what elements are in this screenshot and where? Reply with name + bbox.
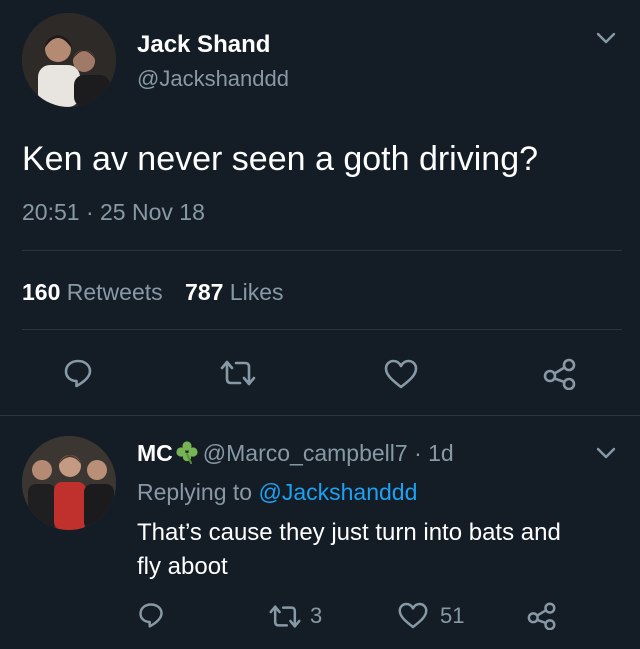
reply-reply-button[interactable] bbox=[137, 601, 165, 629]
reply-like-count: 51 bbox=[440, 602, 465, 628]
reply-text-line: That’s cause they just turn into bats an… bbox=[137, 519, 561, 546]
divider bbox=[22, 250, 622, 251]
avatar-photo bbox=[22, 13, 116, 107]
divider bbox=[0, 415, 640, 416]
share-icon bbox=[527, 602, 556, 630]
reply-retweet-button[interactable]: 3 bbox=[268, 603, 322, 629]
chevron-down-icon[interactable] bbox=[595, 445, 617, 461]
reply-text: That’s cause they just turn into bats an… bbox=[137, 516, 561, 584]
likes-count: 787 bbox=[185, 279, 224, 305]
retweets-count: 160 bbox=[22, 279, 61, 305]
avatar-photo bbox=[22, 436, 116, 530]
retweet-icon bbox=[220, 360, 256, 386]
separator-dot: · bbox=[85, 199, 94, 225]
author-avatar[interactable] bbox=[22, 13, 116, 107]
likes-stat[interactable]: 787 Likes bbox=[185, 279, 283, 305]
replying-to: Replying to @Jackshanddd bbox=[137, 479, 417, 506]
retweet-icon bbox=[269, 604, 301, 628]
share-icon bbox=[543, 358, 576, 390]
share-button[interactable] bbox=[543, 358, 577, 390]
tweet-stats: 160 Retweets 787 Likes bbox=[22, 279, 284, 306]
reply-share-button[interactable] bbox=[527, 602, 557, 630]
reply-author-handle[interactable]: @Marco_campbell7 bbox=[203, 440, 408, 466]
tweet-timestamp: 20:51 · 25 Nov 18 bbox=[22, 199, 205, 226]
tweet-text: Ken av never seen a goth driving? bbox=[22, 140, 539, 178]
reply-icon bbox=[64, 359, 92, 388]
tweet-time: 20:51 bbox=[22, 199, 80, 225]
like-icon bbox=[384, 359, 418, 389]
author-name[interactable]: Jack Shand bbox=[137, 31, 270, 59]
chevron-down-icon[interactable] bbox=[595, 30, 617, 46]
reply-header: MC @Marco_campbell7 · 1d bbox=[137, 440, 454, 467]
reply-like-button[interactable]: 51 bbox=[398, 602, 464, 629]
like-button[interactable] bbox=[384, 359, 418, 389]
tweet-date: 25 Nov 18 bbox=[100, 199, 205, 225]
retweets-label: Retweets bbox=[66, 279, 163, 305]
replying-to-handle-link[interactable]: @Jackshanddd bbox=[258, 479, 417, 505]
reply-age[interactable]: · 1d bbox=[414, 440, 454, 466]
reply-text-line: fly aboot bbox=[137, 553, 228, 580]
reply-avatar[interactable] bbox=[22, 436, 116, 530]
shamrock-icon bbox=[175, 440, 199, 464]
like-icon bbox=[398, 602, 428, 629]
reply-retweet-count: 3 bbox=[310, 603, 323, 628]
reply-author-name[interactable]: MC bbox=[137, 440, 173, 466]
retweets-stat[interactable]: 160 Retweets bbox=[22, 279, 169, 305]
reply-icon bbox=[139, 603, 163, 628]
replying-to-label: Replying to bbox=[137, 479, 253, 505]
retweet-button[interactable] bbox=[219, 359, 257, 387]
reply-button[interactable] bbox=[62, 357, 94, 389]
likes-label: Likes bbox=[229, 279, 284, 305]
author-handle[interactable]: @Jackshanddd bbox=[137, 66, 289, 92]
divider bbox=[22, 329, 622, 330]
